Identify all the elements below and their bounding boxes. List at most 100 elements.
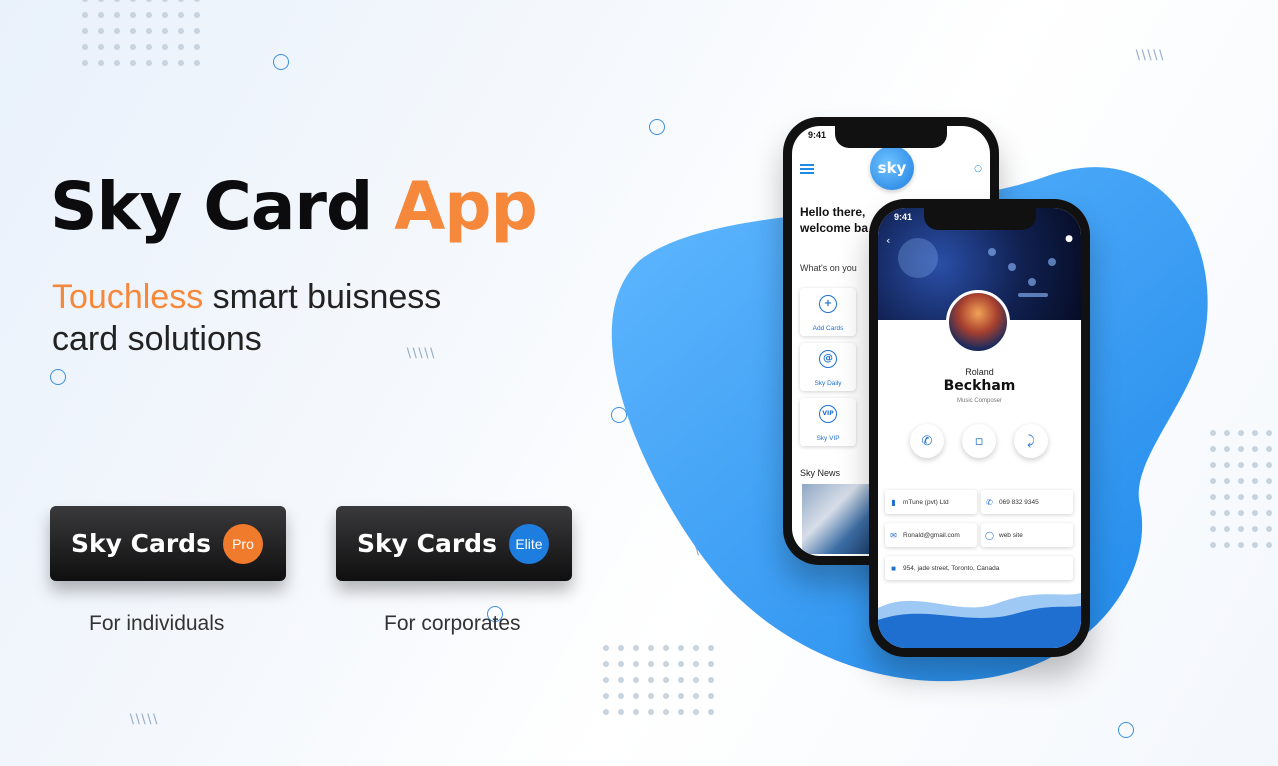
add-card-icon: + [819, 295, 837, 313]
dot [146, 12, 152, 18]
dot [194, 44, 200, 50]
dot [1238, 430, 1244, 436]
dot [1266, 542, 1272, 548]
plan-label: Sky Cards [357, 529, 497, 558]
phone-notch [835, 126, 947, 148]
sky-cards-elite-button[interactable]: Sky Cards Elite [336, 506, 572, 581]
website-field[interactable]: ◯ web site [981, 523, 1073, 547]
dot [130, 0, 136, 2]
dot [693, 709, 699, 715]
dot [146, 28, 152, 34]
dot [633, 693, 639, 699]
dot [1252, 510, 1258, 516]
dot [1238, 446, 1244, 452]
email-value: Ronald@gmail.com [903, 531, 960, 539]
tile-label: Add Cards [812, 325, 844, 332]
phone-icon: ✆ [921, 433, 933, 449]
tile-add-cards[interactable]: + Add Cards [800, 288, 856, 336]
tagline: Touchless smart buisness card solutions [52, 276, 572, 360]
dot [1252, 462, 1258, 468]
email-field[interactable]: ✉ Ronald@gmail.com [885, 523, 977, 547]
dot [1266, 526, 1272, 532]
dot [1266, 446, 1272, 452]
dot [194, 28, 200, 34]
building-icon: ▮ [891, 497, 896, 507]
footer-wave [878, 593, 1081, 648]
dot [162, 28, 168, 34]
dot [162, 60, 168, 66]
phone-call-button[interactable]: ✆ [910, 424, 944, 458]
sky-logo: sky [870, 146, 914, 190]
address-field[interactable]: ■ 954, jade street, Toronto, Canada [885, 556, 1073, 580]
phone-small-icon: ✆ [986, 497, 993, 507]
dot [708, 693, 714, 699]
dot [162, 0, 168, 2]
dot [1266, 462, 1272, 468]
dot [114, 12, 120, 18]
phone-value: 069 832 9345 [999, 498, 1039, 506]
ring-decoration [649, 119, 665, 135]
ring-decoration [273, 54, 289, 70]
tagline-accent: Touchless [52, 278, 204, 316]
dot [178, 28, 184, 34]
dot [1238, 526, 1244, 532]
sky-cards-pro-button[interactable]: Sky Cards Pro [50, 506, 286, 581]
section-title: What's on you [800, 263, 857, 273]
dot [663, 693, 669, 699]
plan-label: Sky Cards [71, 529, 211, 558]
dot [82, 60, 88, 66]
hamburger-menu-icon[interactable] [800, 164, 814, 176]
chat-icon: ▫ [974, 433, 984, 449]
website-value: web site [999, 531, 1023, 539]
dot [178, 12, 184, 18]
dot [178, 0, 184, 2]
dot [98, 44, 104, 50]
dot [194, 60, 200, 66]
tagline-rest: smart buisness [203, 278, 442, 316]
dot [633, 709, 639, 715]
profile-screen: 9:41 ‹ ● Roland Beckham Music Composer ✆… [878, 208, 1081, 648]
ring-decoration [1118, 722, 1134, 738]
phone-field[interactable]: ✆ 069 832 9345 [981, 490, 1073, 514]
dot [82, 44, 88, 50]
status-time: 9:41 [808, 130, 827, 140]
hatch-decoration: \\\\\ [126, 712, 159, 727]
dot [1252, 526, 1258, 532]
tile-sky-daily[interactable]: @ Sky Daily [800, 343, 856, 391]
dot [82, 0, 88, 2]
back-arrow-icon[interactable]: ‹ [886, 234, 890, 247]
dot [98, 60, 104, 66]
dot [618, 709, 624, 715]
dot [1266, 494, 1272, 500]
news-image[interactable] [802, 484, 872, 554]
dot [648, 709, 654, 715]
hatch-decoration: \\\\\ [1132, 48, 1165, 63]
dot [1238, 494, 1244, 500]
dot [146, 0, 152, 2]
dot [130, 12, 136, 18]
dot [1252, 446, 1258, 452]
share-icon: ⤸ [1027, 433, 1035, 449]
bell-icon[interactable]: ○ [974, 164, 982, 174]
greeting-line2: welcome ba [800, 221, 869, 235]
dot [1238, 462, 1244, 468]
dot [162, 12, 168, 18]
phone-profile-screen: 9:41 ‹ ● Roland Beckham Music Composer ✆… [869, 199, 1090, 657]
dot [1238, 478, 1244, 484]
dot [146, 44, 152, 50]
dot [603, 661, 609, 667]
share-button[interactable]: ⤸ [1014, 424, 1048, 458]
dot [1266, 478, 1272, 484]
address-value: 954, jade street, Toronto, Canada [903, 564, 1000, 572]
chat-button[interactable]: ▫ [962, 424, 996, 458]
dot [678, 693, 684, 699]
dot [114, 28, 120, 34]
dots-pattern-top-left [82, 0, 200, 66]
tile-sky-vip[interactable]: VIP Sky VIP [800, 398, 856, 446]
globe-icon: ◯ [985, 530, 994, 540]
title-accent: App [394, 168, 538, 245]
dot [603, 645, 609, 651]
pro-caption: For individuals [89, 612, 225, 635]
user-icon[interactable]: ● [1065, 234, 1073, 244]
dot [1252, 478, 1258, 484]
